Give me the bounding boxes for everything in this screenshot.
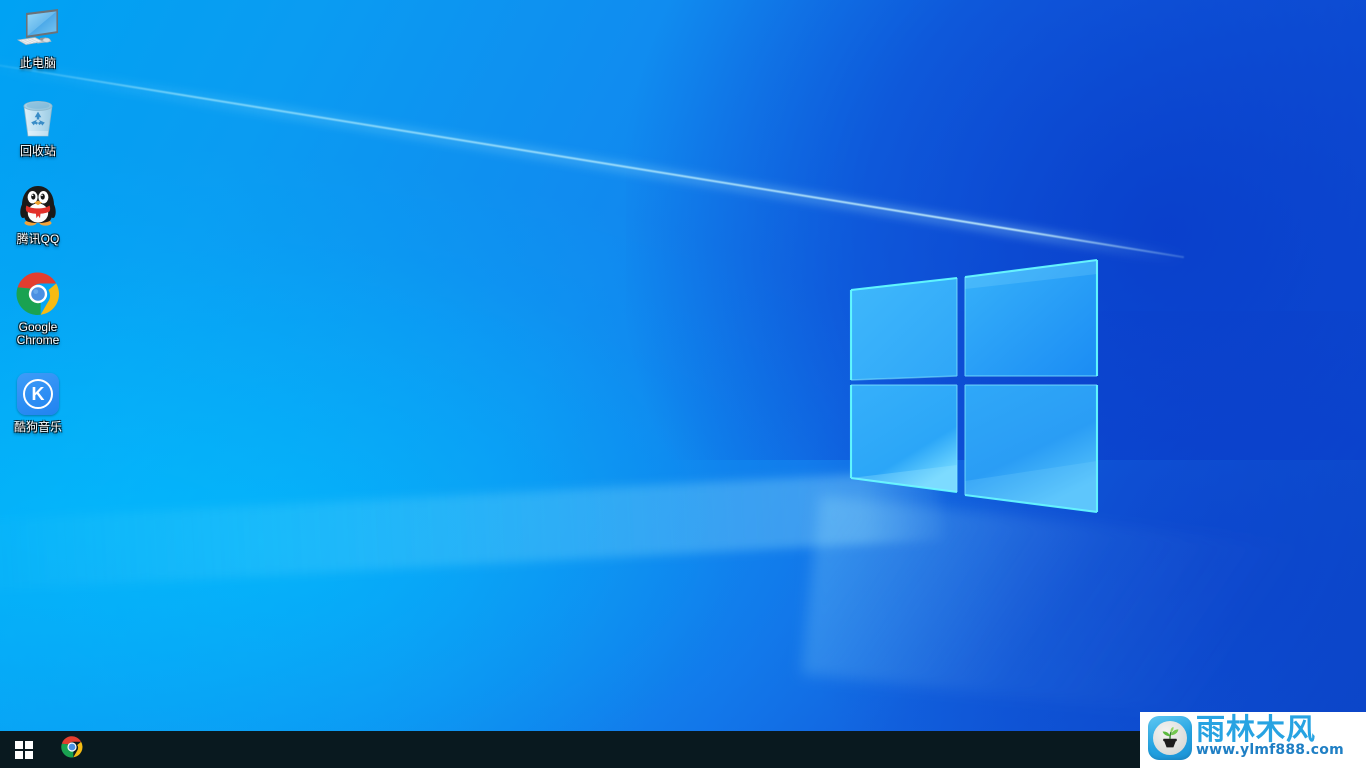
desktop-icon-label: 酷狗音乐 [13,420,62,434]
desktop-icon-recycle-bin[interactable]: 回收站 [0,88,76,176]
wallpaper-gradient-bottom-right [786,311,1366,731]
desktop-icon-kugou-music[interactable]: K 酷狗音乐 [0,364,76,452]
wallpaper-gradient-bottom-left [0,231,760,731]
desktop-icon-label: 腾讯QQ [16,232,60,246]
wallpaper-light-ray [0,58,1185,259]
kugou-tile: K [17,373,59,415]
recycle-bin-icon [14,94,62,142]
this-pc-monitor-icon [14,6,62,54]
desktop-icon-label: 回收站 [19,144,56,158]
watermark-text-block: 雨林木风 www.ylmf888.com [1196,714,1346,758]
desktop[interactable]: 此电脑 回收站 腾讯QQ Google Chrome K 酷狗音乐 雨林木风 w… [0,0,1366,768]
desktop-icon-grid: 此电脑 回收站 腾讯QQ Google Chrome K 酷狗音乐 [0,0,76,452]
wallpaper-light-ray-glow [0,54,1185,265]
tencent-qq-penguin-icon [14,182,62,230]
google-chrome-icon [61,736,83,763]
wallpaper-floor-light-wedge [0,470,944,593]
desktop-icon-this-pc[interactable]: 此电脑 [0,0,76,88]
watermark-badge: 雨林木风 www.ylmf888.com [1140,712,1366,768]
kugou-letter: K [23,379,53,409]
desktop-icon-label: Google Chrome [16,320,60,347]
wallpaper-gradient-top-right [626,0,1366,460]
watermark-url: www.ylmf888.com [1196,742,1344,758]
desktop-icon-google-chrome[interactable]: Google Chrome [0,264,76,364]
desktop-icon-label: 此电脑 [19,56,56,70]
sprout-disc [1153,721,1187,755]
desktop-wallpaper [0,0,1366,731]
start-button[interactable] [0,731,48,768]
sprout-plant-icon [1148,716,1192,760]
wallpaper-floor-light-wedge-right [801,495,1338,729]
watermark-title: 雨林木风 [1196,712,1317,746]
desktop-icon-tencent-qq[interactable]: 腾讯QQ [0,176,76,264]
windows-hero-logo-icon [845,252,1105,522]
taskbar-item-google-chrome[interactable] [48,731,96,768]
google-chrome-icon [14,270,62,318]
windows-start-icon [15,740,33,759]
kugou-music-icon: K [14,370,62,418]
